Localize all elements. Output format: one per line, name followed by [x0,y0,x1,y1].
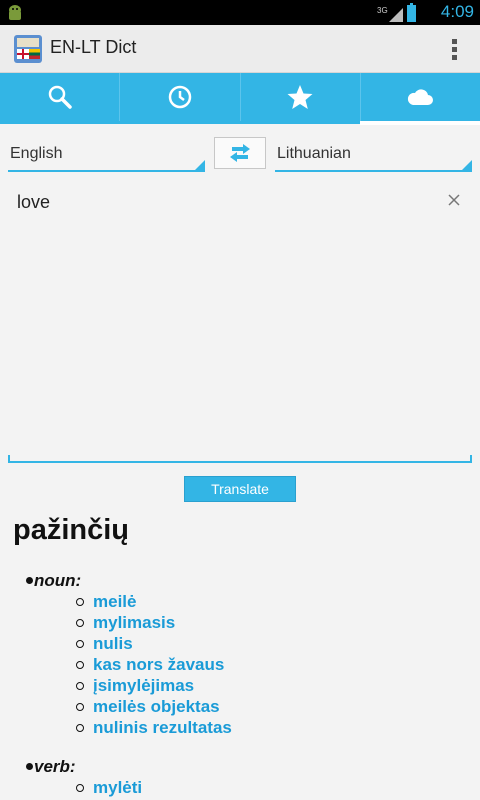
swap-languages-button[interactable] [214,137,266,169]
star-icon [287,85,313,109]
translation-link[interactable]: nulinis rezultatas [76,717,232,738]
translation-link[interactable]: įsimylėjimas [76,675,232,696]
history-clock-icon [168,85,192,109]
tab-bar [0,73,480,124]
status-time: 4:09 [440,2,474,21]
android-notification-icon [9,5,21,20]
dropdown-arrow-icon [462,160,472,170]
source-language-label: English [10,145,63,162]
translation-link[interactable]: kas nors žavaus [76,654,232,675]
signal-icon: 3G [377,6,403,22]
translate-button[interactable]: Translate [184,476,296,502]
verb-translation-list: mylėti [76,777,142,798]
active-tab-indicator [360,121,480,125]
source-language-spinner[interactable]: English [8,136,205,172]
overflow-menu-icon[interactable] [452,39,458,61]
target-language-spinner[interactable]: Lithuanian [275,136,472,172]
dropdown-arrow-icon [195,160,205,170]
app-title: EN-LT Dict [50,37,137,57]
word-input-value: love [17,192,51,212]
status-bar: 3G 4:09 [0,0,480,25]
action-bar: EN-LT Dict [0,25,480,73]
part-of-speech-noun: noun: [34,571,82,590]
tab-history[interactable] [120,73,241,121]
translation-link[interactable]: mylėti [76,777,142,798]
result-headword: pažinčių [13,514,130,546]
clear-icon[interactable] [446,192,462,208]
translation-link[interactable]: nulis [76,633,232,654]
noun-translation-list: meilė mylimasis nulis kas nors žavaus įs… [76,591,232,738]
tab-favorites[interactable] [241,73,361,121]
cloud-icon [408,89,434,105]
part-of-speech-verb: verb: [34,757,76,776]
network-type: 3G [377,6,388,15]
target-language-label: Lithuanian [277,145,351,162]
app-icon[interactable] [14,35,42,63]
word-input[interactable]: love [8,184,472,463]
search-icon [48,85,72,109]
swap-arrows-icon [230,144,250,162]
battery-icon [407,3,416,22]
translation-link[interactable]: meilės objektas [76,696,232,717]
tab-search[interactable] [0,73,121,121]
translation-link[interactable]: meilė [76,591,232,612]
translation-link[interactable]: mylimasis [76,612,232,633]
tab-online[interactable] [361,73,480,121]
